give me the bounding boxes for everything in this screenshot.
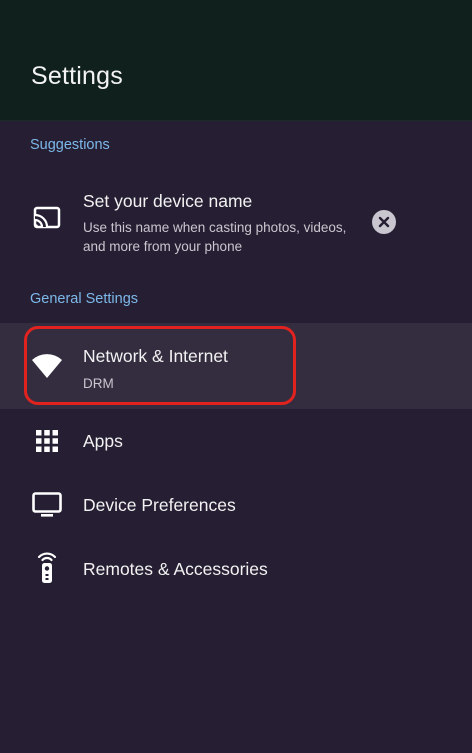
close-circle-icon[interactable]: [372, 210, 396, 234]
apps-grid-icon: [30, 424, 64, 458]
app-header: Settings: [0, 0, 472, 121]
menu-item-apps[interactable]: Apps: [0, 413, 472, 471]
section-label-general-settings: General Settings: [30, 291, 139, 307]
tv-icon: [30, 488, 64, 522]
suggestion-title: Set your device name: [83, 191, 253, 211]
selection-highlight: [24, 326, 296, 405]
suggestion-description-line1: Use this name when casting photos, video…: [83, 220, 347, 235]
menu-item-remotes-accessories[interactable]: Remotes & Accessories: [0, 541, 472, 599]
menu-item-label: Apps: [83, 431, 123, 451]
menu-item-label: Remotes & Accessories: [83, 559, 268, 579]
remote-icon: [30, 550, 64, 584]
page-title: Settings: [31, 62, 123, 90]
cast-icon: [30, 202, 64, 236]
suggestion-description-line2: and more from your phone: [83, 239, 243, 254]
menu-item-device-preferences[interactable]: Device Preferences: [0, 477, 472, 535]
suggestion-device-name[interactable]: Set your device name Use this name when …: [0, 180, 472, 270]
section-label-suggestions: Suggestions: [30, 137, 110, 153]
menu-item-label: Device Preferences: [83, 495, 236, 515]
